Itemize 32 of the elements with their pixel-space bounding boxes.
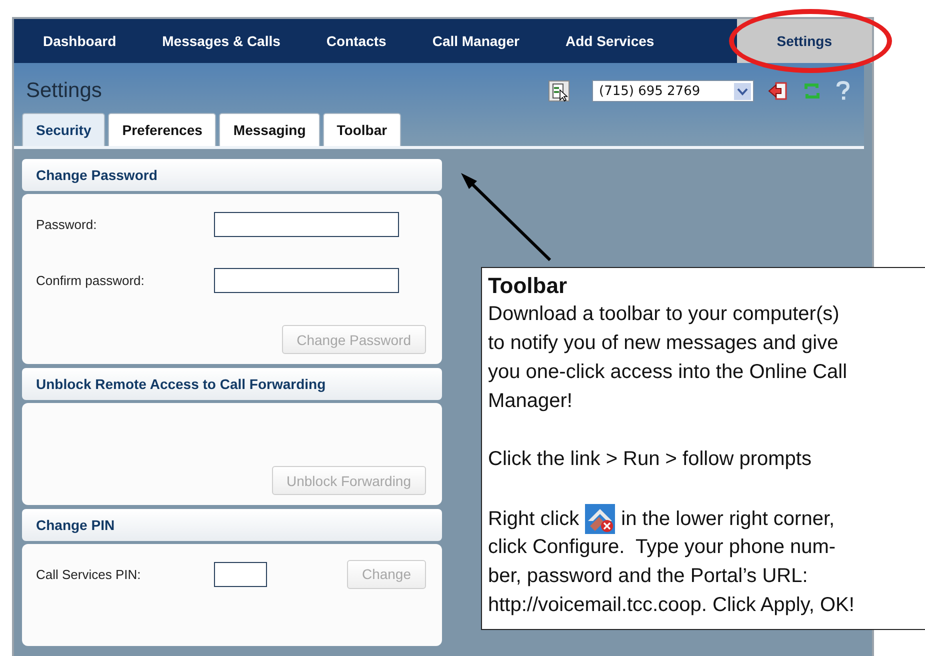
- callout-text: Click the link > Run > follow prompts: [488, 447, 812, 472]
- tab[interactable]: Security: [22, 113, 106, 146]
- pin-field[interactable]: [214, 562, 267, 586]
- callout-text: click Configure. Type your phone num- ber, password and the Portal’s URL: http://voicemail.tcc.coop. Click Apply, OK!: [488, 535, 854, 618]
- nav-tab[interactable]: Contacts: [303, 19, 410, 63]
- logout-icon[interactable]: [768, 81, 788, 101]
- callout-text: in the lower right corner,: [621, 506, 835, 532]
- tab[interactable]: Preferences: [108, 113, 216, 146]
- section-title: Change Password: [36, 167, 158, 183]
- nav-tab[interactable]: Messages & Calls: [139, 19, 304, 63]
- field-label: Confirm password:: [36, 272, 146, 288]
- password-field[interactable]: [214, 212, 399, 236]
- callout-text: Download a toolbar to your computer(s) to notify you of new messages and give you one-click access into the Online Call Manager!: [488, 302, 848, 414]
- nav-tab[interactable]: Call Manager: [409, 19, 542, 63]
- field-label: Password:: [36, 216, 98, 232]
- section-title: Change PIN: [36, 517, 115, 533]
- help-icon[interactable]: [836, 81, 850, 101]
- callout-text: Right click: [488, 506, 580, 532]
- section-title: Unblock Remote Access to Call Forwarding: [36, 376, 326, 392]
- tab[interactable]: Toolbar: [322, 113, 402, 146]
- callout-title: Toolbar: [488, 272, 568, 300]
- nav-tab[interactable]: Dashboard: [20, 19, 140, 63]
- nav-tab[interactable]: Settings: [736, 19, 872, 63]
- toolbar-house-icon: [585, 504, 616, 534]
- dropdown-icon: [734, 82, 751, 100]
- page-title: Settings: [26, 79, 102, 103]
- field-label: Call Services PIN:: [36, 566, 142, 582]
- address-book-icon[interactable]: [548, 80, 570, 102]
- nav-tab[interactable]: Add Services: [542, 19, 666, 63]
- password-field[interactable]: [214, 268, 399, 292]
- phone-select[interactable]: (715) 695 2769: [592, 80, 754, 102]
- tab[interactable]: Messaging: [219, 113, 320, 146]
